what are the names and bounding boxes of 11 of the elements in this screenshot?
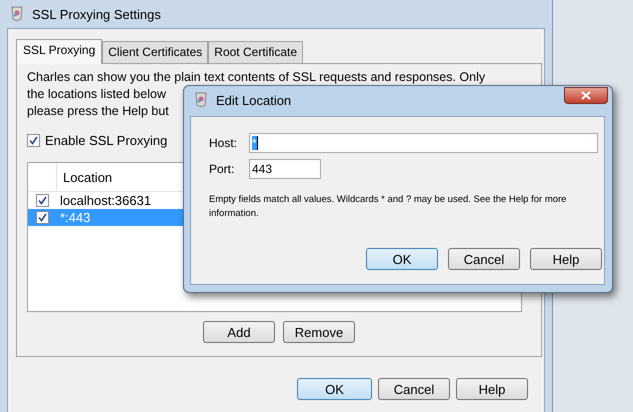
description-line: please press the Help but xyxy=(27,103,169,120)
table-cell-text: localhost:36631 xyxy=(59,193,152,208)
window-title: SSL Proxying Settings xyxy=(32,6,161,22)
description-line: the locations listed below xyxy=(27,86,166,103)
help-note: Empty fields match all values. Wildcards * and ? may be used. See the Help for more information. xyxy=(209,193,568,221)
field-label: Port: xyxy=(209,162,236,176)
checkbox-label: Enable SSL Proxying xyxy=(45,132,168,148)
field-label: Host: xyxy=(209,136,238,150)
table-cell-text: *:443 xyxy=(59,210,90,225)
dialog-title: Edit Location xyxy=(216,92,292,108)
description-line: Charles can show you the plain text contents of SSL requests and responses. Only xyxy=(27,69,486,86)
